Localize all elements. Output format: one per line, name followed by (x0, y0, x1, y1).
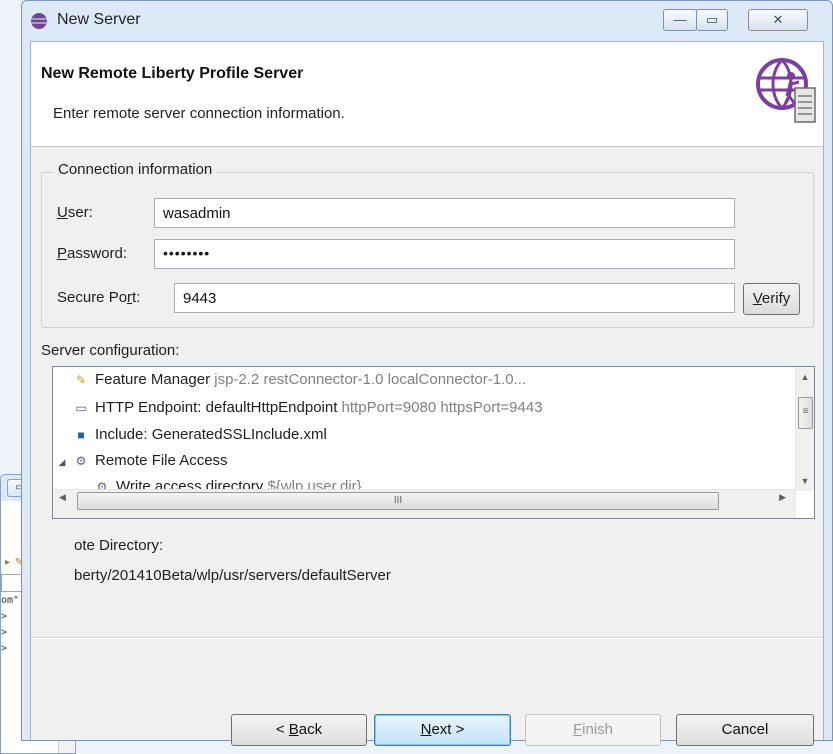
wizard-header: New Remote Liberty Profile Server Enter … (31, 42, 823, 147)
scroll-left-icon[interactable]: ◀ (59, 492, 66, 503)
vertical-scroll-thumb[interactable]: ≡ (798, 397, 813, 429)
next-button[interactable]: Next > (374, 714, 511, 746)
scroll-right-icon[interactable]: ▶ (779, 492, 786, 503)
page-description: Enter remote server connection informati… (53, 105, 345, 122)
password-label: Password: (57, 245, 128, 262)
feature-manager-icon: ✎ (75, 373, 87, 387)
remote-file-access-icon: ⚙ (75, 454, 87, 468)
page-title: New Remote Liberty Profile Server (41, 65, 304, 82)
liberty-server-logo-icon (756, 58, 816, 123)
tree-row-include[interactable]: ■ Include: GeneratedSSLInclude.xml (73, 422, 326, 448)
password-field[interactable]: •••••••• (154, 239, 735, 269)
horizontal-scroll-thumb[interactable]: III (77, 492, 719, 510)
minimize-button[interactable]: — (663, 9, 697, 31)
title-bar[interactable]: New Server — ▭ ✕ (22, 1, 832, 41)
finish-button[interactable]: Finish (525, 714, 661, 746)
scroll-up-icon[interactable]: ▲ (796, 372, 814, 382)
include-icon: ■ (77, 428, 85, 442)
http-endpoint-icon: ▭ (75, 401, 87, 415)
collapse-arrow-icon[interactable]: ◢ (57, 449, 67, 475)
button-bar-divider (31, 637, 823, 639)
server-configuration-tree[interactable]: ✎ Feature Manager jsp-2.2 restConnector-1… (52, 366, 815, 519)
back-button[interactable]: < Back (231, 714, 367, 746)
server-configuration-label: Server configuration: (41, 342, 180, 359)
dialog-content: New Remote Liberty Profile Server Enter … (30, 41, 824, 746)
connection-group: Connection information User: Password: •… (41, 161, 814, 328)
cancel-button[interactable]: Cancel (676, 714, 814, 746)
user-field[interactable] (154, 198, 735, 228)
tree-row-remote-file-access[interactable]: ◢ ⚙ Remote File Access (57, 448, 228, 474)
remote-directory-label: ote Directory: (74, 537, 164, 554)
secure-port-field[interactable] (174, 283, 735, 313)
tree-row-feature-manager[interactable]: ✎ Feature Manager jsp-2.2 restConnector-1… (73, 367, 526, 393)
connection-legend: Connection information (54, 161, 217, 178)
user-label: User: (57, 204, 93, 221)
scroll-down-icon[interactable]: ▼ (796, 476, 814, 486)
maximize-button[interactable]: ▭ (696, 9, 728, 31)
horizontal-scrollbar[interactable]: ◀ III ▶ (53, 489, 796, 518)
close-button[interactable]: ✕ (748, 9, 808, 31)
tree-row-http-endpoint[interactable]: ▭ HTTP Endpoint: defaultHttpEndpoint http… (73, 395, 542, 421)
secure-port-label: Secure Port: (57, 289, 141, 306)
new-server-dialog: New Server — ▭ ✕ New Remote Liberty Prof… (21, 0, 833, 746)
remote-directory-value: berty/201410Beta/wlp/usr/servers/default… (74, 567, 391, 584)
verify-button[interactable]: Verify (743, 283, 800, 315)
window-title: New Server (57, 11, 141, 28)
server-globe-icon (31, 13, 47, 29)
vertical-scrollbar[interactable]: ▲ ≡ ▼ (795, 367, 814, 491)
